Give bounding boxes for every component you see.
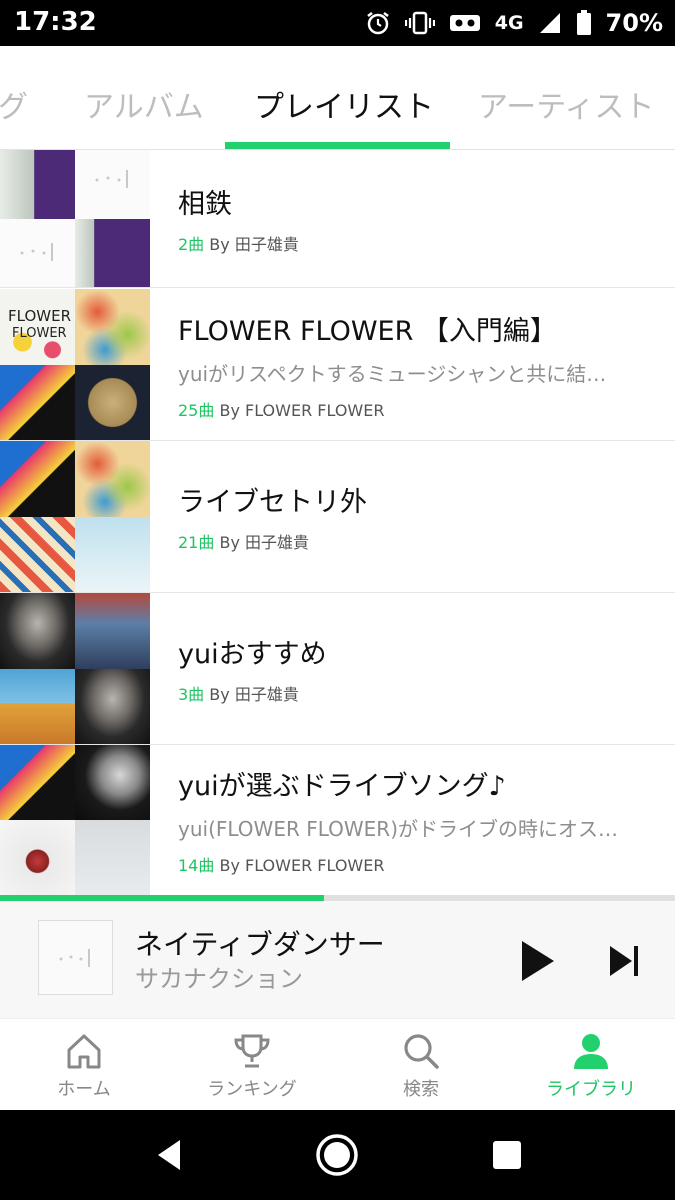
playlist-meta: 3曲 By 田子雄貴 [178,681,635,705]
playlist-list: 相鉄 2曲 By 田子雄貴 FLOWER FLOWER FLOWER FLOWER… [0,150,675,895]
svg-text:FLOWER: FLOWER [12,326,67,341]
tab-artists[interactable]: アーティスト [478,82,654,126]
battery-level: 70% [605,9,663,37]
skip-next-icon [610,946,638,976]
now-playing-artist: サカナクション [135,965,303,993]
play-icon [522,941,554,981]
playlist-artwork [0,150,150,287]
playlist-owner: By 田子雄貴 [209,235,299,254]
playlist-owner: By FLOWER FLOWER [219,856,385,875]
album-art [0,516,75,592]
album-art [75,218,150,287]
playlist-item[interactable]: FLOWER FLOWER FLOWER FLOWER 【入門編】 yuiがリスペ… [0,289,675,441]
recents-button[interactable] [484,1132,530,1178]
nav-search[interactable]: 検索 [337,1019,505,1111]
back-icon [158,1140,180,1170]
nav-library[interactable]: ライブラリ [507,1019,675,1111]
vr-icon [449,11,481,35]
album-art [0,150,75,219]
play-button[interactable] [516,937,560,985]
system-navigation-bar [0,1110,675,1200]
album-art: FLOWER FLOWER [0,289,75,365]
next-track-button[interactable] [606,941,642,981]
album-art [0,668,75,744]
playlist-owner: By FLOWER FLOWER [219,400,385,420]
track-count: 14曲 [178,856,215,875]
album-art [0,441,75,517]
bottom-nav: ホーム ランキング 検索 ライブラリ [0,1018,675,1110]
playlist-item[interactable]: ライブセトリ外 21曲 By 田子雄貴 [0,441,675,593]
playlist-item[interactable]: 相鉄 2曲 By 田子雄貴 [0,150,675,288]
playlist-owner: By 田子雄貴 [209,685,299,704]
tab-albums[interactable]: アルバム [84,82,204,126]
status-icons: 4G 70% [365,8,663,38]
album-art [75,364,150,440]
album-art [75,150,150,219]
playlist-meta: 25曲 By FLOWER FLOWER [178,397,635,421]
album-art [75,745,150,820]
nav-ranking-label: ランキング [207,1079,297,1100]
playlist-title: FLOWER FLOWER 【入門編】 [178,315,557,347]
alarm-icon [365,10,391,36]
playlist-artwork [0,441,150,592]
home-button[interactable] [314,1132,360,1178]
tab-playlists[interactable]: プレイリスト [254,82,434,126]
search-icon [404,1034,439,1069]
track-count: 21曲 [178,533,215,552]
trophy-icon [234,1034,270,1068]
album-art [0,820,75,895]
playlist-title: yuiが選ぶドライブソング♪ [178,771,506,802]
nav-home[interactable]: ホーム [0,1019,168,1111]
playlist-artwork: FLOWER FLOWER [0,289,150,440]
active-tab-indicator [225,142,450,149]
vibrate-icon [404,10,435,36]
mini-player[interactable]: ネイティブダンサー サカナクション [0,901,675,1018]
album-art [75,668,150,744]
status-time: 17:32 [14,7,97,37]
track-count: 2曲 [178,235,205,254]
album-art [75,289,150,365]
circle-home-icon [316,1134,358,1176]
playlist-meta: 2曲 By 田子雄貴 [178,231,635,255]
album-art [0,745,75,820]
album-art [75,820,150,895]
album-art [75,441,150,517]
playlist-artwork [0,593,150,744]
playlist-owner: By 田子雄貴 [219,533,310,552]
person-icon [574,1034,608,1069]
playlist-artwork [0,745,150,895]
battery-icon [576,10,592,36]
playlist-description: yui(FLOWER FLOWER)がドライブの時にオス… [178,817,618,841]
now-playing-title: ネイティブダンサー [135,928,385,961]
signal-icon [538,11,562,35]
playlist-title: ライブセトリ外 [178,487,367,518]
network-type: 4G [494,12,524,34]
now-playing-artwork [38,920,113,995]
status-bar: 17:32 4G 70% [0,0,675,46]
track-count: 25曲 [178,400,215,420]
playlist-title: yuiおすすめ [178,639,327,670]
album-art [0,364,75,440]
album-art [75,516,150,592]
album-art [0,218,75,287]
recents-icon [493,1141,521,1169]
nav-ranking[interactable]: ランキング [168,1019,336,1111]
playlist-meta: 14曲 By FLOWER FLOWER [178,852,635,876]
nav-home-label: ホーム [57,1079,111,1100]
home-icon [67,1034,101,1069]
tab-songs[interactable]: グ [0,82,28,126]
playlist-description: yuiがリスペクトするミュージシャンと共に結… [178,361,607,386]
nav-search-label: 検索 [403,1079,439,1100]
svg-text:FLOWER: FLOWER [8,307,71,325]
back-button[interactable] [148,1132,194,1178]
library-tabs: グ アルバム プレイリスト アーティスト [0,46,675,150]
album-art [0,593,75,669]
playlist-item[interactable]: yuiが選ぶドライブソング♪ yui(FLOWER FLOWER)がドライブの時… [0,745,675,895]
playlist-title: 相鉄 [178,189,232,220]
playlist-meta: 21曲 By 田子雄貴 [178,529,635,553]
playlist-item[interactable]: yuiおすすめ 3曲 By 田子雄貴 [0,593,675,745]
album-art [75,593,150,669]
track-count: 3曲 [178,685,205,704]
nav-library-label: ライブラリ [546,1079,636,1100]
